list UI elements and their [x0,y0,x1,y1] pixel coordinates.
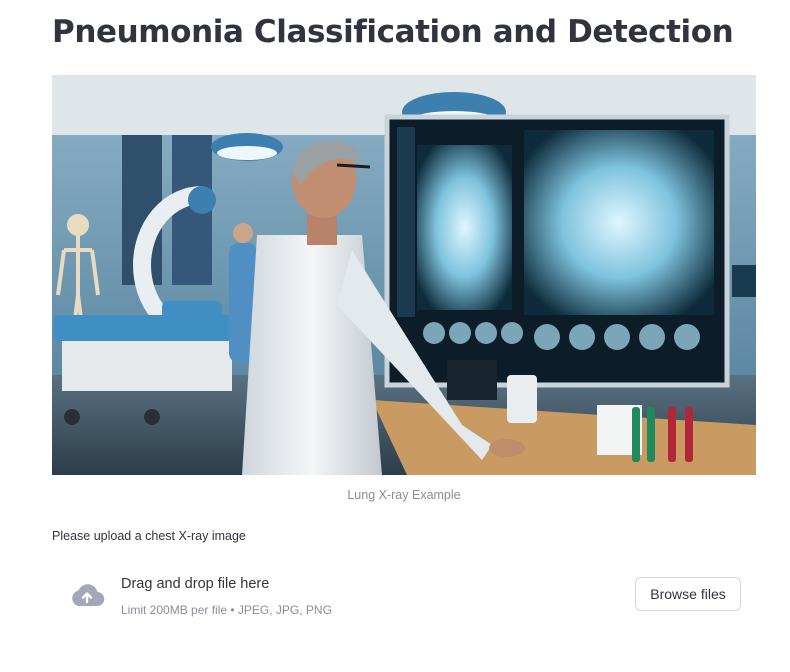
cloud-upload-icon [68,582,106,610]
file-dropzone[interactable]: Drag and drop file here Limit 200MB per … [52,560,756,632]
image-caption: Lung X-ray Example [347,488,461,502]
page-title: Pneumonia Classification and Detection [52,14,734,50]
upload-label: Please upload a chest X-ray image [52,529,246,543]
dropzone-title: Drag and drop file here [121,576,270,592]
dropzone-limit-text: Limit 200MB per file • JPEG, JPG, PNG [121,603,332,617]
hero-image [52,75,756,475]
browse-files-button[interactable]: Browse files [635,577,741,611]
